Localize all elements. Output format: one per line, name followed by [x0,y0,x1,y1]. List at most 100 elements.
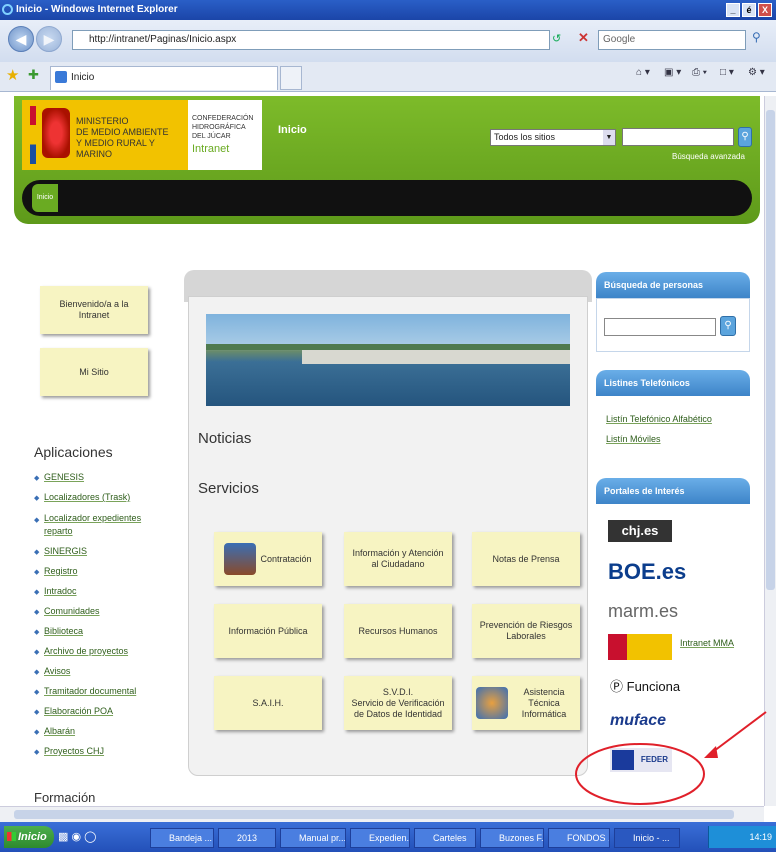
chj-name: CONFEDERACIÓN HIDROGRÁFICA DEL JÚCAR [192,115,254,140]
coat-of-arms-icon [42,108,70,158]
phone-list-mobile-link[interactable]: Listín Móviles [606,434,661,444]
site-search-button[interactable]: ⚲ [738,127,752,147]
horizontal-scrollbar[interactable] [0,806,764,822]
start-button[interactable]: Inicio [4,826,54,848]
chevron-down-icon[interactable]: ▼ [603,130,615,145]
annotation-ellipse [575,743,705,805]
service-card[interactable]: Prevención de Riesgos Laborales [472,604,580,658]
h-scrollbar-thumb[interactable] [14,810,734,819]
service-card[interactable]: Recursos Humanos [344,604,452,658]
maximize-button[interactable]: é [742,3,756,17]
far-shore [206,344,570,350]
people-search-button[interactable]: ⚲ [720,316,736,336]
service-card[interactable]: Información Pública [214,604,322,658]
page-icon[interactable]: □ ▾ [720,67,734,78]
stop-icon[interactable]: ✕ [578,30,589,46]
service-card[interactable]: S.V.D.I. Servicio de Verificación de Dat… [344,676,452,730]
site-search-input[interactable] [622,128,734,146]
service-label: Contratación [260,553,312,564]
service-card[interactable]: S.A.I.H. [214,676,322,730]
service-card[interactable]: Información y Atención al Ciudadano [344,532,452,586]
add-favorite-icon[interactable]: ✚ [28,67,39,83]
feeds-icon[interactable]: ▣ ▾ [664,67,681,78]
service-card[interactable]: Asistencia Técnica Informática [472,676,580,730]
site-scope-select[interactable]: Todos los sitios ▼ [490,129,616,146]
browser-tab-inicio[interactable]: Inicio [50,66,278,90]
portal-chj-logo[interactable]: chj.es [608,520,672,542]
house-icon [224,543,257,575]
taskbar-task[interactable]: Carteles [414,828,476,848]
app-link[interactable]: Localizadores (Trask) [34,492,130,506]
back-button[interactable]: ◀ [8,26,34,52]
app-link[interactable]: Elaboración POA [34,706,113,720]
app-link[interactable]: Localizador expedientes reparto [34,512,144,540]
tools-icon[interactable]: ⚙ ▾ [748,67,765,78]
service-label: S.A.I.H. [252,697,284,708]
app-link[interactable]: SINERGIS [34,546,87,560]
close-button[interactable]: X [758,3,772,17]
taskbar-task[interactable]: Inicio - ... [614,828,680,848]
taskbar-task[interactable]: FONDOS ... [548,828,610,848]
phone-list-alpha-link[interactable]: Listín Telefónico Alfabético [606,414,712,424]
go-icon[interactable]: ↺ [552,32,561,45]
taskbar-task[interactable]: 2013 [218,828,276,848]
favorites-star-icon[interactable]: ★ [6,66,19,84]
people-search-header: Búsqueda de personas [596,272,750,298]
taskbar-task[interactable]: Bandeja ... [150,828,214,848]
portal-mma-logo[interactable] [608,634,672,660]
noticias-heading: Noticias [198,430,252,447]
service-card[interactable]: Notas de Prensa [472,532,580,586]
annotation-overlay [575,711,767,805]
new-tab-button[interactable] [280,66,302,90]
portal-boe-logo[interactable]: BOE.es [608,558,686,586]
window-title-bar: Inicio - Windows Internet Explorer _ é X [0,0,776,20]
home-icon[interactable]: ⌂ ▾ [636,67,650,78]
app-link[interactable]: Comunidades [34,606,100,620]
my-site-card[interactable]: Mi Sitio [40,348,148,396]
app-link[interactable]: Albarán [34,726,75,740]
service-label: Notas de Prensa [492,553,560,564]
quicklaunch-icons[interactable]: ▩ ◉ ◯ [58,830,96,843]
service-label: Información y Atención al Ciudadano [352,548,444,569]
chj-logo: CONFEDERACIÓN HIDROGRÁFICA DEL JÚCAR Int… [188,100,262,170]
service-label: Asistencia Técnica Informática [521,686,567,719]
app-link[interactable]: GENESIS [34,472,84,486]
app-link[interactable]: Tramitador documental [34,686,136,700]
taskbar-task[interactable]: Expedien... [350,828,410,848]
print-icon[interactable]: ⎙ ▾ [692,67,707,78]
app-link[interactable]: Biblioteca [34,626,83,640]
start-label: Inicio [18,831,47,843]
dam-structure [302,348,570,364]
app-link[interactable]: Registro [34,566,78,580]
app-link[interactable]: Proyectos CHJ [34,746,104,760]
advanced-search-link[interactable]: Búsqueda avanzada [672,152,745,161]
minimize-button[interactable]: _ [726,3,740,17]
dam-banner-image [206,314,570,406]
window-title: Inicio - Windows Internet Explorer [16,4,178,15]
intranet-brand: Intranet [192,143,230,155]
taskbar-task[interactable]: Manual pr... [280,828,346,848]
funciona-text: Funciona [626,679,681,694]
portal-marm-logo[interactable]: marm.es [608,598,678,624]
flag-stripe [30,106,36,164]
address-input[interactable]: http://intranet/Paginas/Inicio.aspx [72,30,550,50]
site-scope-value: Todos los sitios [494,132,556,142]
search-icon[interactable]: ⚲ [752,30,761,44]
app-link[interactable]: Avisos [34,666,70,680]
nav-tab-inicio[interactable]: Inicio [32,184,58,212]
servicios-heading: Servicios [198,480,259,497]
service-card[interactable]: Contratación [214,532,322,586]
app-link[interactable]: Intradoc [34,586,77,600]
scrollbar-thumb[interactable] [766,110,775,590]
forward-button[interactable]: ▶ [36,26,62,52]
browser-search-input[interactable]: Google [598,30,746,50]
welcome-card[interactable]: Bienvenido/a a la Intranet [40,286,148,334]
portals-header: Portales de Interés [596,478,750,504]
service-label: Información Pública [228,625,308,636]
people-search-input[interactable] [604,318,716,336]
taskbar-task[interactable]: Buzones F... [480,828,544,848]
app-link[interactable]: Archivo de proyectos [34,646,128,660]
header-inicio-link[interactable]: Inicio [278,124,307,136]
intranet-mma-link[interactable]: Intranet MMA [680,638,734,648]
portal-funciona-logo[interactable]: Ⓟ Funciona [610,676,680,695]
